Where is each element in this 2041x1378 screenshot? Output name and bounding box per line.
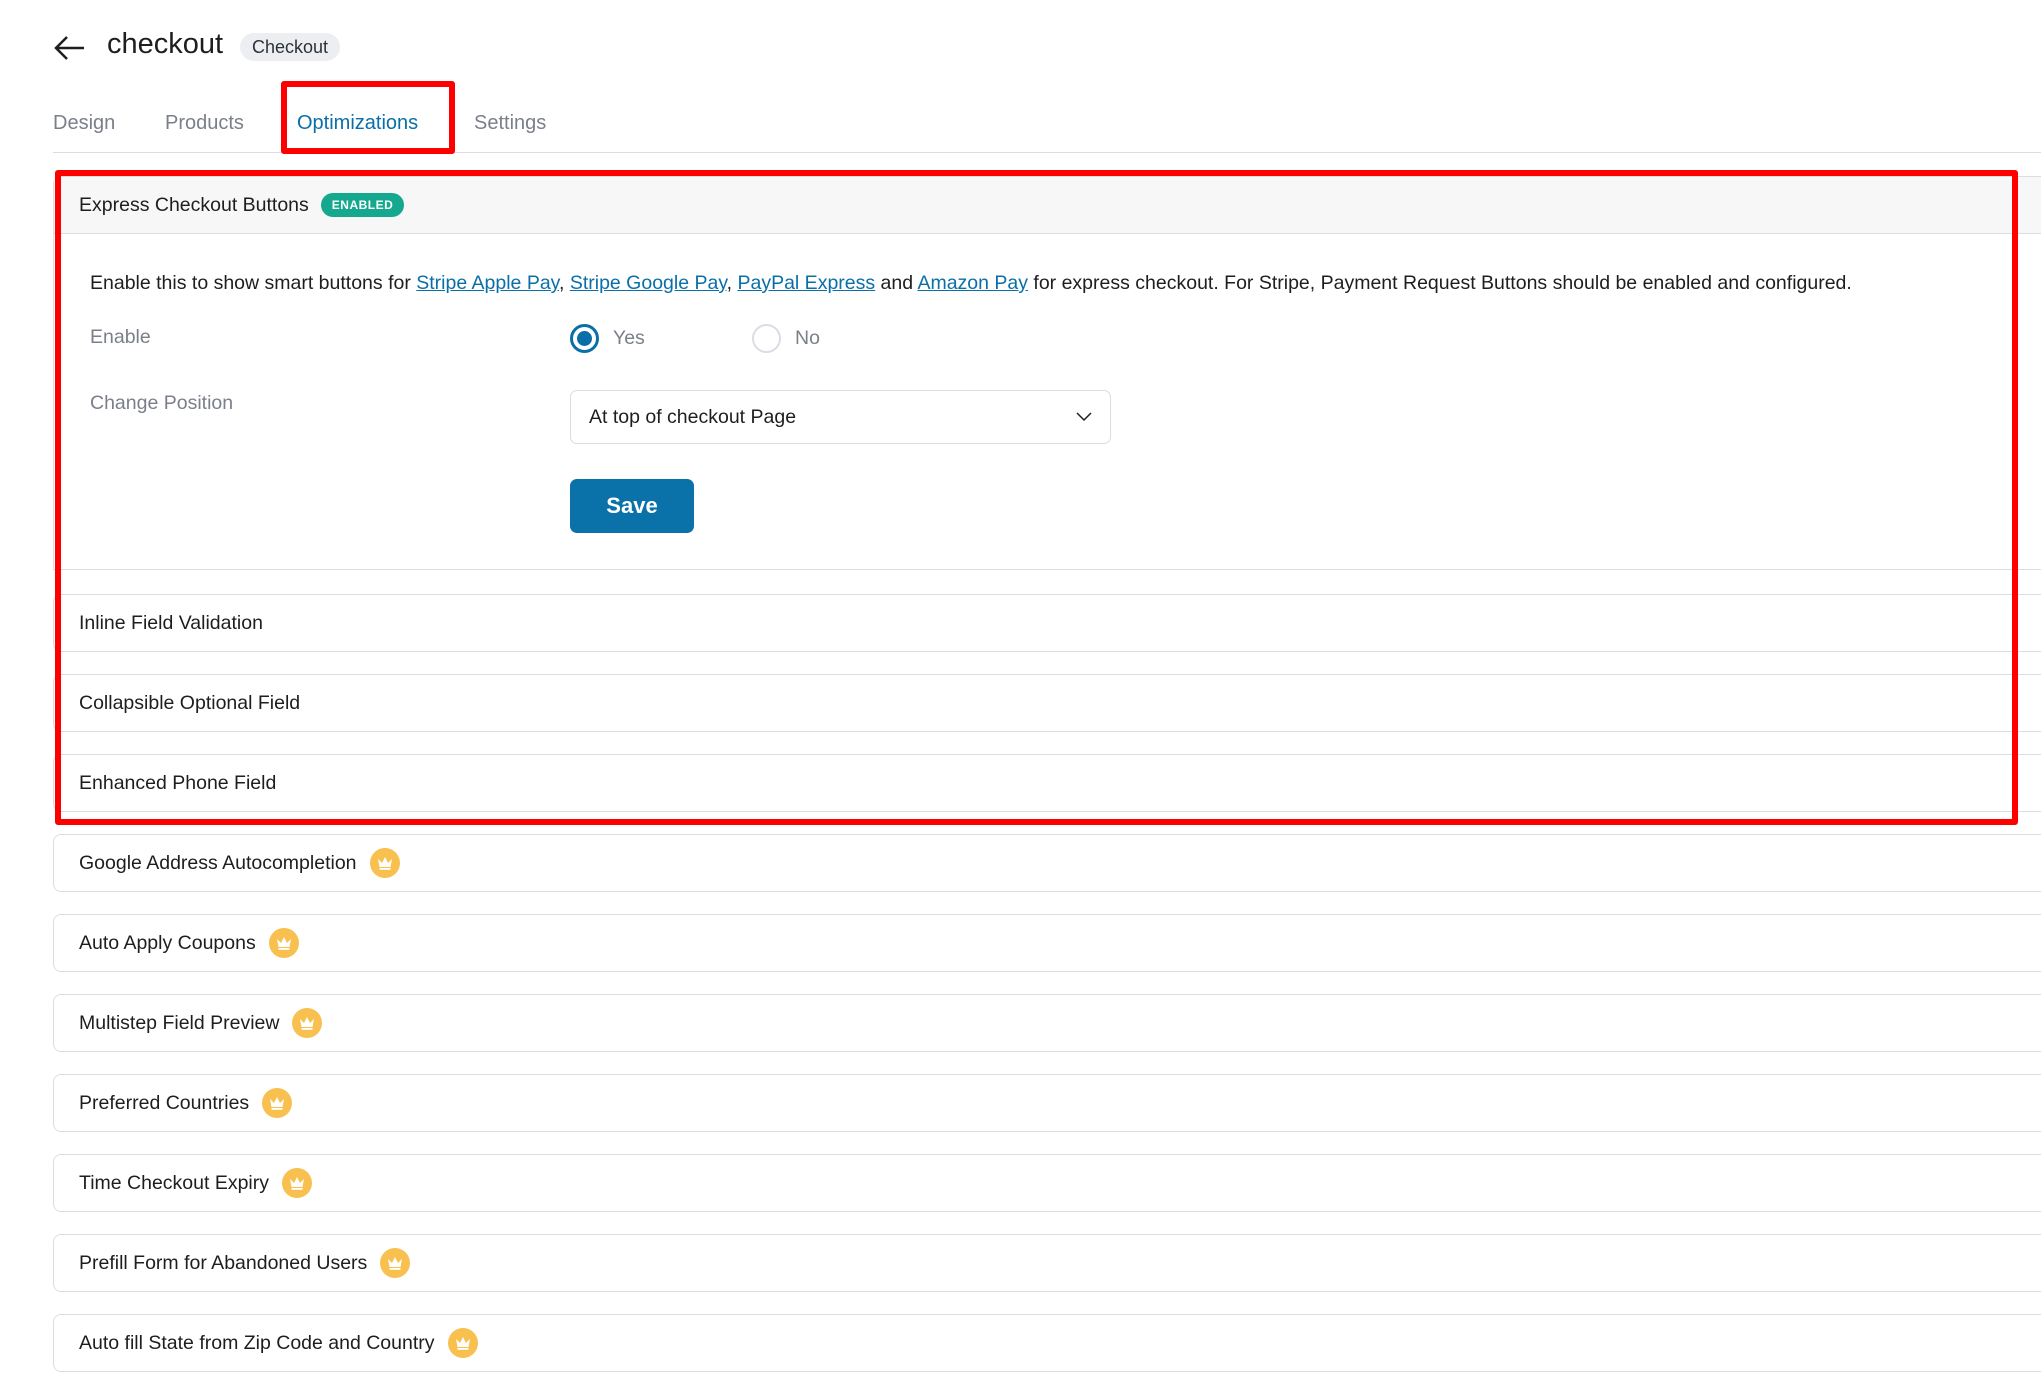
crown-pro-icon: [262, 1088, 293, 1118]
crown-pro-icon: [282, 1168, 313, 1198]
radio-yes[interactable]: Yes: [570, 324, 645, 353]
desc-sep: and: [875, 272, 918, 294]
section-card: Time Checkout Expiry: [53, 1154, 2041, 1212]
desc-text: for express checkout. For Stripe, Paymen…: [1028, 272, 1852, 294]
section-header[interactable]: Auto Apply Coupons: [54, 915, 2041, 971]
section-card: Multistep Field Preview: [53, 994, 2041, 1052]
link-amazon-pay[interactable]: Amazon Pay: [917, 272, 1028, 294]
page-title: checkout: [107, 28, 224, 60]
section-header[interactable]: Prefill Form for Abandoned Users: [54, 1235, 2041, 1291]
change-position-label: Change Position: [90, 392, 234, 414]
tab-settings[interactable]: Settings: [474, 112, 546, 135]
radio-no-label: No: [795, 327, 820, 349]
section-header[interactable]: Inline Field Validation: [54, 595, 2041, 651]
radio-yes-label: Yes: [613, 327, 645, 349]
section-title: Enhanced Phone Field: [79, 771, 277, 794]
enabled-badge: ENABLED: [320, 193, 405, 217]
chevron-down-icon: [1076, 412, 1092, 422]
section-header[interactable]: Collapsible Optional Field: [54, 675, 2041, 731]
save-button[interactable]: Save: [570, 479, 694, 533]
crown-pro-icon: [380, 1248, 411, 1278]
position-value: At top of checkout Page: [589, 405, 797, 428]
link-stripe-google-pay[interactable]: Stripe Google Pay: [570, 272, 727, 294]
crown-pro-icon: [369, 848, 400, 878]
section-title: Collapsible Optional Field: [79, 691, 301, 714]
desc-sep: ,: [726, 272, 738, 294]
section-card: Auto Apply Coupons: [53, 914, 2041, 972]
section-card: Prefill Form for Abandoned Users: [53, 1234, 2041, 1292]
section-card: Enhanced Phone Field: [53, 754, 2041, 812]
section-title: Multistep Field Preview: [79, 1011, 280, 1034]
position-select[interactable]: At top of checkout Page: [570, 390, 1111, 444]
section-card: Google Address Autocompletion: [53, 834, 2041, 892]
section-card: Auto fill State from Zip Code and Countr…: [53, 1314, 2041, 1372]
tab-products[interactable]: Products: [165, 112, 244, 135]
section-header[interactable]: Multistep Field Preview: [54, 995, 2041, 1051]
back-arrow-icon[interactable]: [52, 30, 88, 66]
section-header[interactable]: Preferred Countries: [54, 1075, 2041, 1131]
section-card: Collapsible Optional Field: [53, 674, 2041, 732]
section-title: Auto fill State from Zip Code and Countr…: [79, 1331, 435, 1354]
crown-pro-icon: [268, 928, 299, 958]
section-card: Preferred Countries: [53, 1074, 2041, 1132]
crown-pro-icon: [292, 1008, 323, 1038]
radio-no[interactable]: No: [752, 324, 820, 353]
section-card: Inline Field Validation: [53, 594, 2041, 652]
section-title: Auto Apply Coupons: [79, 931, 256, 954]
enable-label: Enable: [90, 326, 151, 348]
section-header[interactable]: Auto fill State from Zip Code and Countr…: [54, 1315, 2041, 1371]
express-checkout-section: Express Checkout Buttons ENABLED: [53, 176, 2041, 570]
section-title: Preferred Countries: [79, 1091, 250, 1114]
tab-divider: [53, 152, 2041, 153]
section-title: Time Checkout Expiry: [79, 1171, 270, 1194]
section-header[interactable]: Enhanced Phone Field: [54, 755, 2041, 811]
desc-text: Enable this to show smart buttons for: [90, 272, 417, 294]
tab-design[interactable]: Design: [53, 112, 115, 135]
section-header[interactable]: Google Address Autocompletion: [54, 835, 2041, 891]
crown-pro-icon: [447, 1328, 478, 1358]
section-header[interactable]: Time Checkout Expiry: [54, 1155, 2041, 1211]
express-checkout-header[interactable]: Express Checkout Buttons ENABLED: [54, 177, 2041, 234]
link-stripe-apple-pay[interactable]: Stripe Apple Pay: [416, 272, 559, 294]
link-paypal-express[interactable]: PayPal Express: [737, 272, 875, 294]
radio-unchecked-icon[interactable]: [752, 324, 781, 353]
type-badge: Checkout: [240, 33, 341, 61]
express-description: Enable this to show smart buttons for St…: [90, 272, 1852, 295]
desc-sep: ,: [558, 272, 570, 294]
section-title: Inline Field Validation: [79, 611, 263, 634]
section-title: Google Address Autocompletion: [79, 851, 357, 874]
section-title: Express Checkout Buttons: [79, 193, 309, 216]
section-title: Prefill Form for Abandoned Users: [79, 1251, 368, 1274]
tab-optimizations[interactable]: Optimizations: [297, 112, 418, 135]
radio-checked-icon[interactable]: [570, 324, 599, 353]
